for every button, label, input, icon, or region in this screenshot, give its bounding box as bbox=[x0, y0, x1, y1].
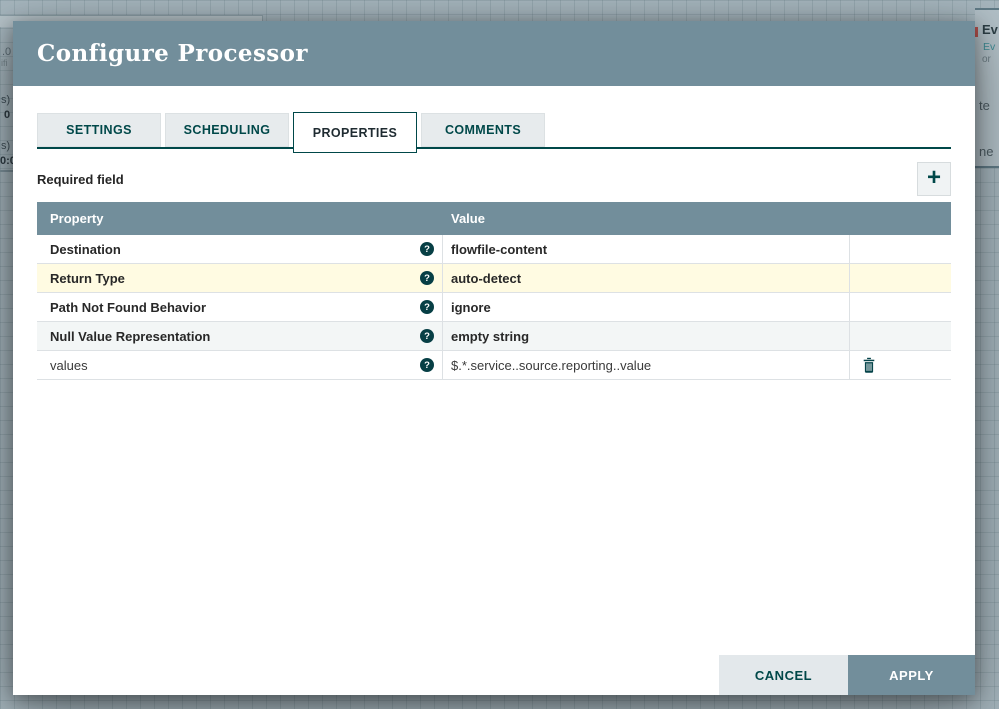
property-name: Return Type bbox=[50, 270, 125, 286]
properties-table: Property Value Destination ? flowfile-co… bbox=[37, 202, 951, 380]
property-name: Destination bbox=[50, 241, 121, 257]
property-value[interactable]: $.*.service..source.reporting..value bbox=[443, 351, 850, 379]
background-divider-fragment bbox=[0, 170, 13, 172]
add-property-button[interactable]: + bbox=[917, 162, 951, 196]
tab-bar: SETTINGS SCHEDULING PROPERTIES COMMENTS bbox=[37, 111, 951, 153]
property-row[interactable]: Destination ? flowfile-content bbox=[37, 235, 951, 264]
property-column-header: Property bbox=[50, 211, 104, 226]
dialog-header: Configure Processor bbox=[13, 21, 975, 86]
apply-button[interactable]: APPLY bbox=[848, 655, 975, 695]
canvas-text-fragment: te bbox=[979, 98, 990, 113]
value-column-header: Value bbox=[451, 211, 485, 226]
property-value[interactable]: flowfile-content bbox=[443, 235, 850, 263]
canvas-text-fragment: or bbox=[982, 54, 991, 65]
property-row[interactable]: Return Type ? auto-detect bbox=[37, 264, 951, 293]
help-icon[interactable]: ? bbox=[420, 300, 434, 314]
help-icon[interactable]: ? bbox=[420, 271, 434, 285]
property-row[interactable]: Null Value Representation ? empty string bbox=[37, 322, 951, 351]
configure-processor-dialog: Configure Processor SETTINGS SCHEDULING … bbox=[13, 21, 975, 695]
canvas-text-fragment: Ev bbox=[982, 22, 998, 37]
table-header-row: Property Value bbox=[37, 202, 951, 235]
required-field-label: Required field bbox=[37, 171, 124, 187]
dialog-title: Configure Processor bbox=[37, 40, 308, 67]
tab-label: SCHEDULING bbox=[183, 123, 271, 137]
canvas-text-fragment: Ev bbox=[983, 41, 996, 53]
property-row[interactable]: Path Not Found Behavior ? ignore bbox=[37, 293, 951, 322]
property-value[interactable]: auto-detect bbox=[443, 264, 850, 292]
property-name: Path Not Found Behavior bbox=[50, 299, 206, 315]
help-icon[interactable]: ? bbox=[420, 242, 434, 256]
cancel-button[interactable]: CANCEL bbox=[719, 655, 848, 695]
tab-settings[interactable]: SETTINGS bbox=[37, 113, 161, 147]
property-value[interactable]: empty string bbox=[443, 322, 850, 350]
property-name: values bbox=[50, 357, 88, 373]
help-icon[interactable]: ? bbox=[420, 358, 434, 372]
property-name: Null Value Representation bbox=[50, 328, 211, 344]
property-value[interactable]: ignore bbox=[443, 293, 850, 321]
background-invalid-icon-fragment bbox=[975, 27, 978, 37]
delete-property-icon[interactable] bbox=[862, 357, 876, 373]
tab-properties[interactable]: PROPERTIES bbox=[293, 112, 417, 153]
canvas-text-fragment: .0 bbox=[2, 46, 12, 58]
dialog-footer: CANCEL APPLY bbox=[719, 655, 975, 695]
table-body: Destination ? flowfile-content Return Ty… bbox=[37, 235, 951, 380]
dialog-body: SETTINGS SCHEDULING PROPERTIES COMMENTS … bbox=[13, 111, 975, 680]
canvas-text-fragment: ifi bbox=[1, 58, 8, 68]
tab-label: SETTINGS bbox=[66, 123, 132, 137]
tab-comments[interactable]: COMMENTS bbox=[421, 113, 545, 147]
canvas-text-fragment: s) bbox=[1, 94, 11, 106]
property-row[interactable]: values ? $.*.service..source.reporting..… bbox=[37, 351, 951, 380]
help-icon[interactable]: ? bbox=[420, 329, 434, 343]
tab-label: PROPERTIES bbox=[312, 125, 398, 140]
required-field-row: Required field + bbox=[37, 162, 951, 196]
canvas-text-fragment: 0 bbox=[4, 109, 11, 121]
canvas-text-fragment: s) bbox=[1, 140, 11, 152]
tab-label: COMMENTS bbox=[444, 123, 522, 137]
tab-scheduling[interactable]: SCHEDULING bbox=[165, 113, 289, 147]
canvas-text-fragment: ne bbox=[979, 144, 994, 159]
